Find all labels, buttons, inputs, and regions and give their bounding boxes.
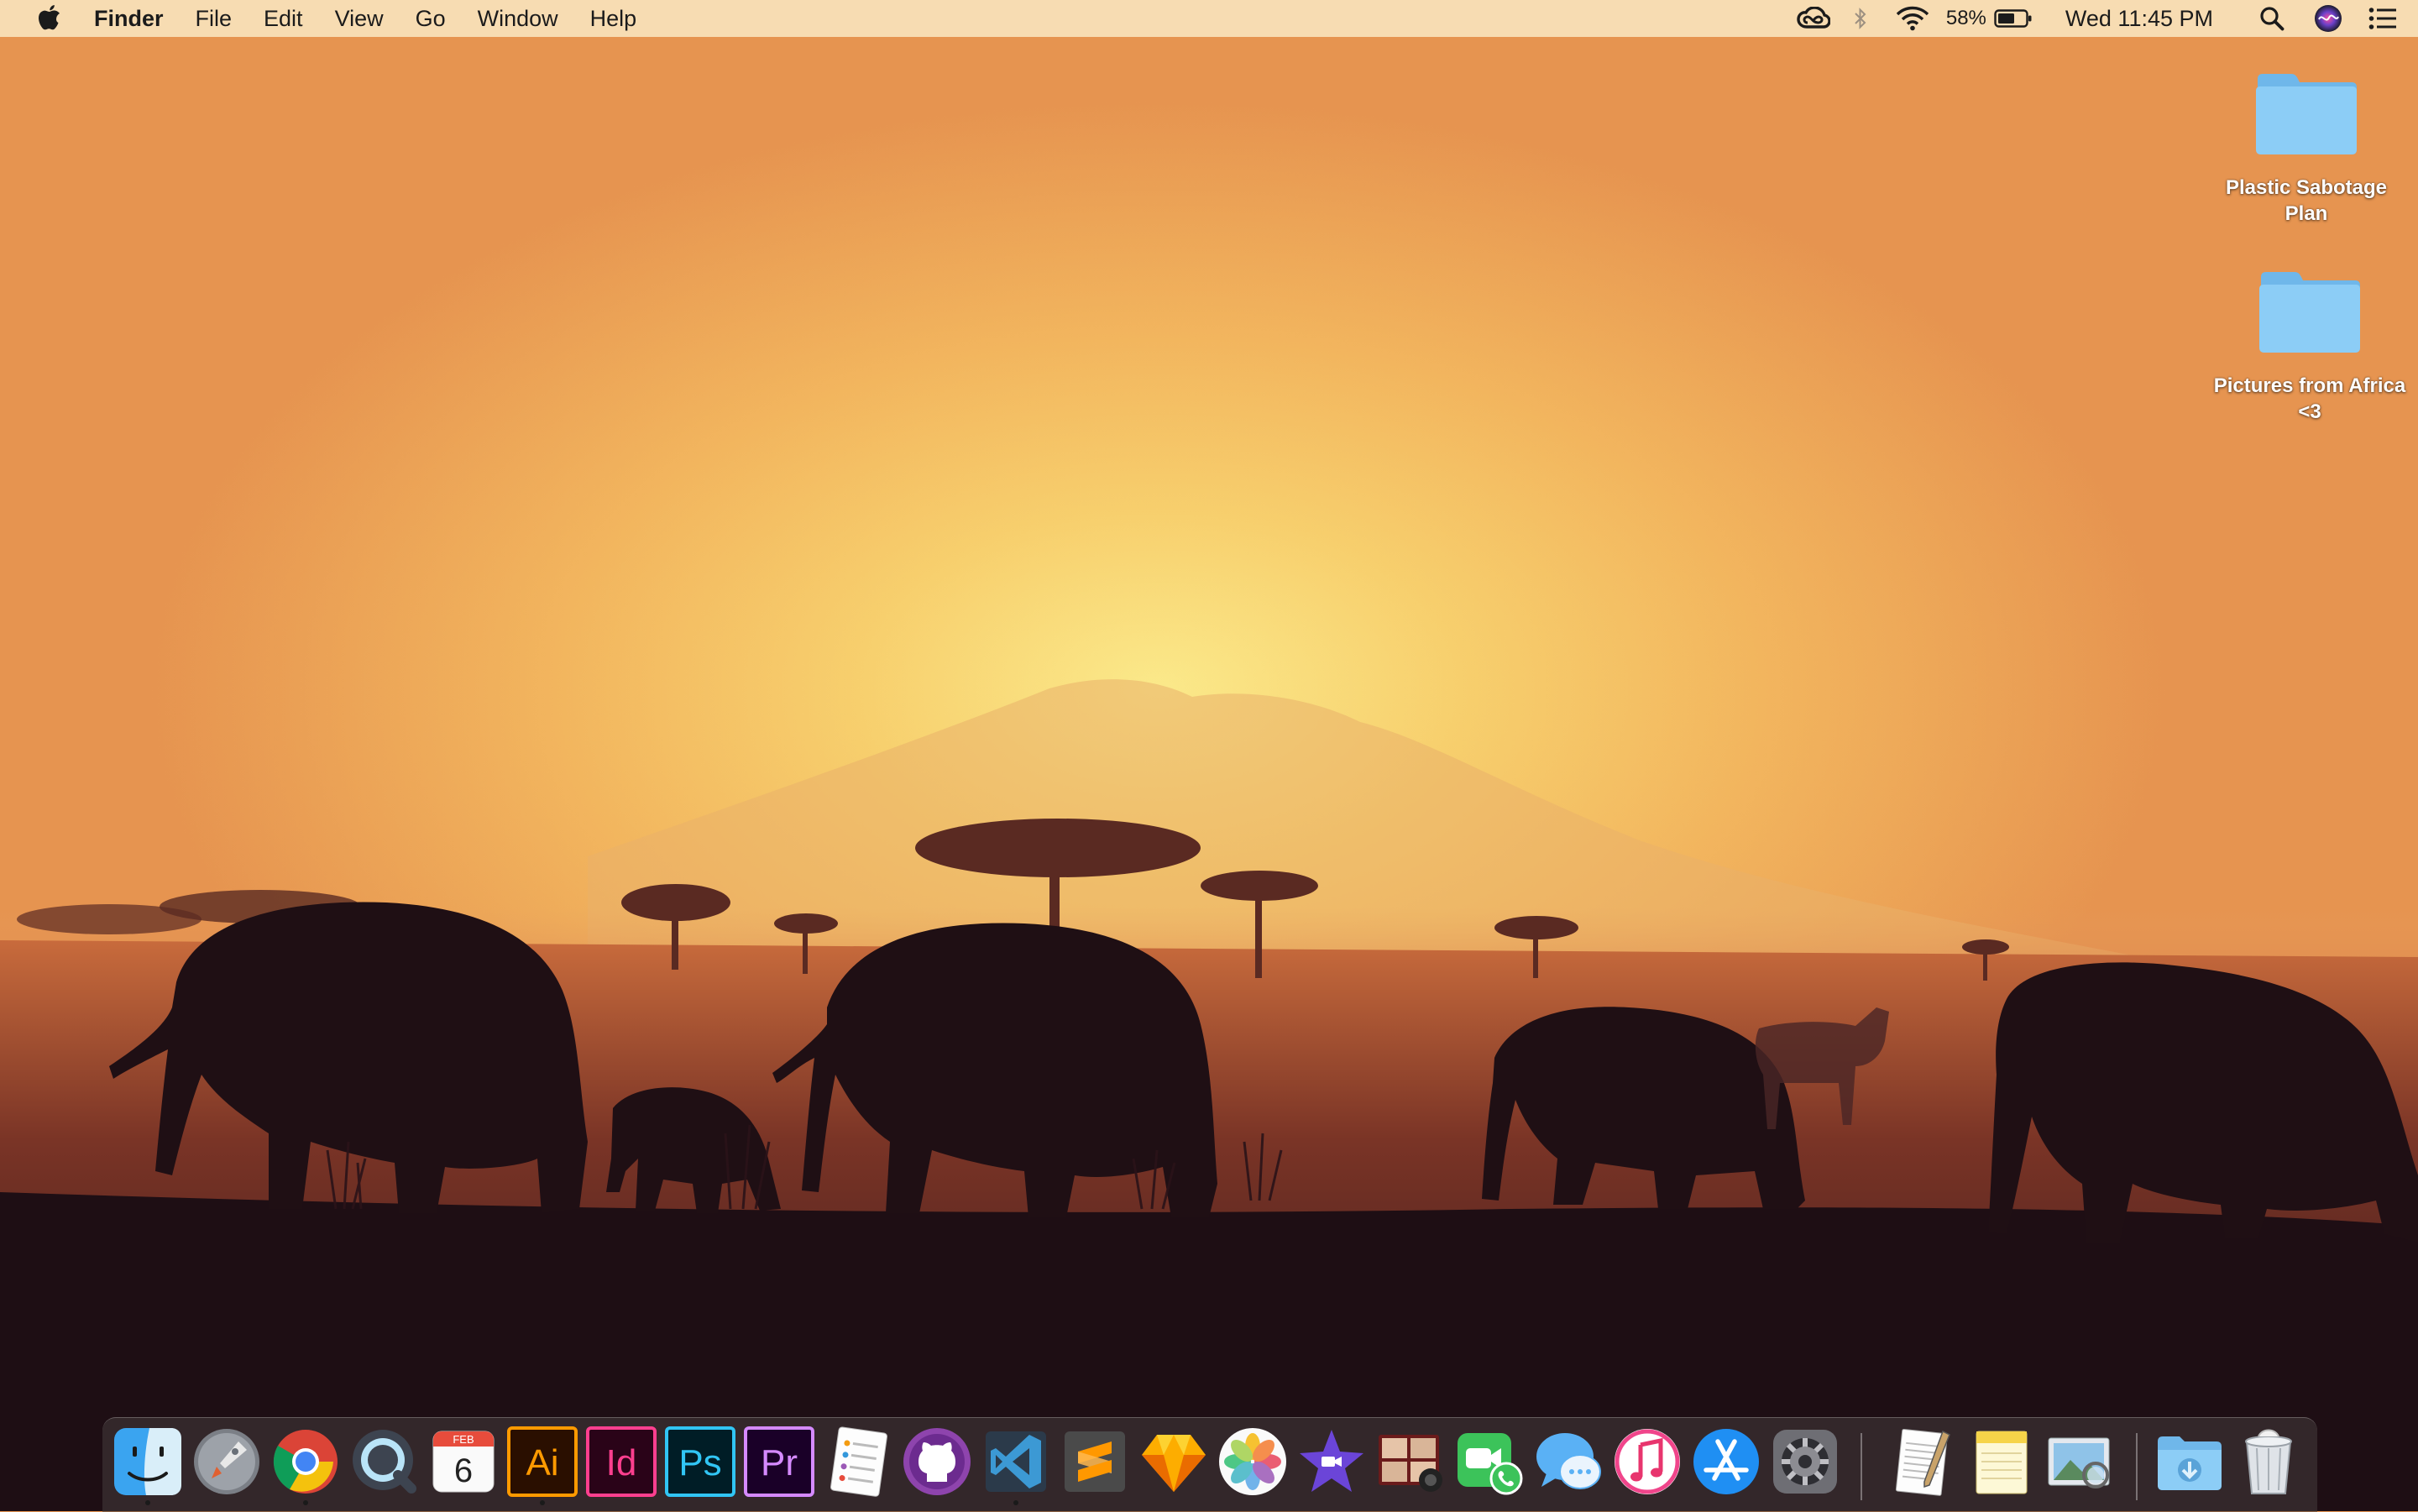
battery-percent[interactable]: 58% [1946, 0, 1986, 37]
desktop-icon-label: Plastic Sabotage Plan [2225, 176, 2388, 225]
dock-vscode-icon[interactable] [981, 1426, 1051, 1505]
dock-chrome-icon[interactable] [270, 1426, 341, 1505]
dock-photoshop-icon[interactable]: Ps [665, 1426, 735, 1497]
dock-textedit-icon[interactable] [1887, 1426, 1958, 1497]
menubar-clock[interactable]: Wed 11:45 PM [2065, 0, 2213, 37]
battery-icon[interactable] [1993, 0, 2033, 37]
dock-calendar-icon[interactable]: FEB 6 [428, 1426, 499, 1497]
dock-launchpad-icon[interactable] [191, 1426, 262, 1497]
dock-app-store-icon[interactable] [1691, 1426, 1761, 1497]
calendar-month: FEB [453, 1433, 474, 1446]
dock-system-preferences-icon[interactable] [1770, 1426, 1840, 1497]
dock-sketch-icon[interactable] [1138, 1426, 1209, 1497]
dock-trash-icon[interactable] [2233, 1426, 2304, 1497]
dock-itunes-icon[interactable] [1612, 1426, 1683, 1497]
dock-premiere-icon[interactable]: Pr [744, 1426, 814, 1497]
wifi-icon[interactable] [1896, 0, 1929, 37]
dock-imovie-icon[interactable] [1296, 1426, 1367, 1497]
dock-indesign-icon[interactable]: Id [586, 1426, 657, 1497]
dock-quicktime-icon[interactable] [349, 1426, 420, 1497]
folder-icon [2254, 72, 2358, 156]
dock-separator [1861, 1433, 1862, 1500]
dock-notes-icon[interactable] [1966, 1426, 2037, 1497]
dock-separator [2136, 1433, 2138, 1500]
desktop-icon-label: Pictures from Africa <3 [2213, 374, 2406, 423]
indesign-label: Id [606, 1442, 637, 1483]
siri-icon[interactable] [2314, 0, 2342, 37]
dock-downloads-folder-icon[interactable] [2154, 1426, 2225, 1497]
folder-icon [2258, 270, 2362, 354]
menu-file[interactable]: File [196, 6, 233, 32]
menu-view[interactable]: View [335, 6, 384, 32]
apple-menu-icon[interactable] [32, 0, 65, 37]
calendar-day: 6 [454, 1452, 473, 1489]
desktop-wallpaper [0, 679, 2418, 1511]
dock-facetime-icon[interactable] [1454, 1426, 1525, 1497]
dock-preview-icon[interactable] [2045, 1426, 2116, 1497]
running-indicator [540, 1500, 545, 1505]
desktop-folder-plastic-sabotage-plan[interactable]: Plastic Sabotage Plan [2210, 72, 2403, 227]
running-indicator [303, 1500, 308, 1505]
dock-github-desktop-icon[interactable] [902, 1426, 972, 1497]
illustrator-label: Ai [526, 1442, 558, 1483]
photoshop-label: Ps [678, 1442, 721, 1483]
dock-illustrator-icon[interactable]: Ai [507, 1426, 578, 1505]
dock-photos-icon[interactable] [1217, 1426, 1288, 1497]
running-indicator [1013, 1500, 1018, 1505]
dock-messages-icon[interactable] [1533, 1426, 1604, 1497]
dock-reminders-icon[interactable] [823, 1426, 893, 1497]
dock-photo-booth-icon[interactable] [1375, 1426, 1446, 1497]
menu-help[interactable]: Help [590, 6, 637, 32]
dock-finder-icon[interactable] [113, 1426, 183, 1505]
desktop-folder-pictures-from-africa[interactable]: Pictures from Africa <3 [2213, 270, 2406, 425]
dock: FEB 6 Ai Id Ps Pr [102, 1417, 2317, 1512]
bluetooth-icon[interactable] [1850, 0, 1871, 37]
dock-sublime-text-icon[interactable] [1060, 1426, 1130, 1497]
notification-center-icon[interactable] [2368, 0, 2398, 37]
premiere-label: Pr [761, 1442, 798, 1483]
creative-cloud-icon[interactable] [1795, 0, 1832, 37]
menu-app-finder[interactable]: Finder [94, 6, 164, 32]
running-indicator [145, 1500, 150, 1505]
menu-go[interactable]: Go [416, 6, 446, 32]
menu-edit[interactable]: Edit [264, 6, 303, 32]
spotlight-search-icon[interactable] [2258, 0, 2285, 37]
menu-bar: Finder File Edit View Go Window Help 58% [0, 0, 2418, 37]
menu-window[interactable]: Window [478, 6, 558, 32]
